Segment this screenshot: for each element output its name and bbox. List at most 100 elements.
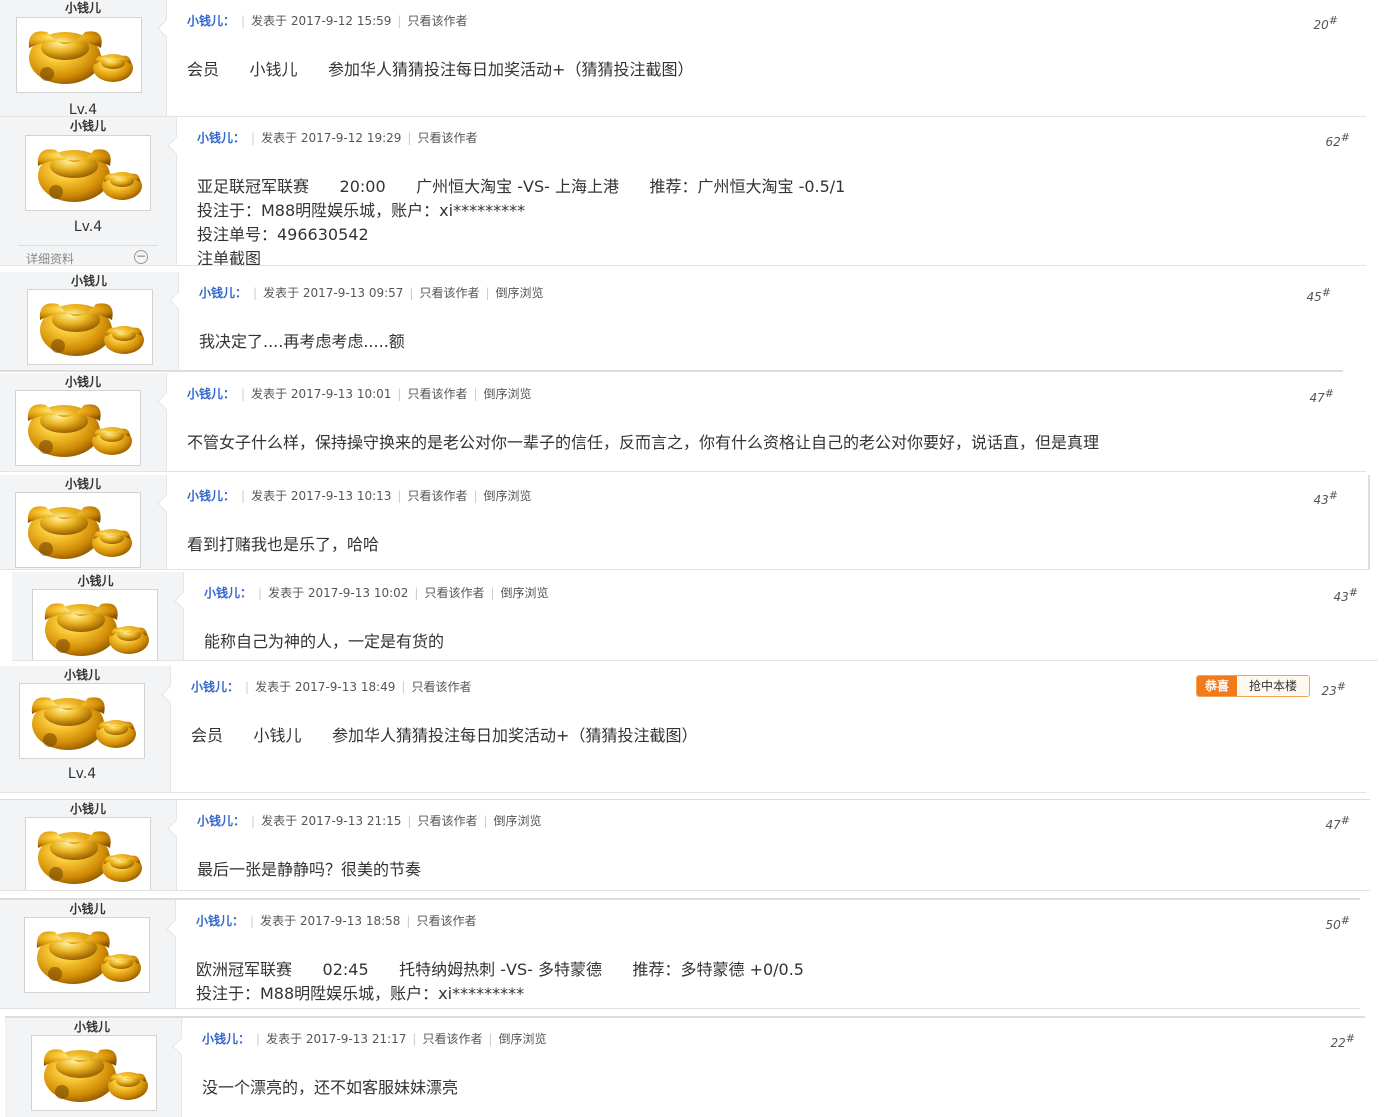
username[interactable]: 小钱儿 — [12, 572, 183, 589]
post-meta: 小钱儿： | 发表于 2017-9-13 18:58 | 只看该作者 — [196, 914, 477, 928]
author-link[interactable]: 小钱儿： — [199, 286, 247, 300]
user-sidebar: 小钱儿 — [0, 475, 167, 569]
post: 小钱儿 小钱儿： | 发表于 2017-9-13 09:57 | 只看该作者 | 倒序浏览 … — [0, 272, 1343, 372]
floor-number[interactable]: 43# — [1314, 489, 1339, 507]
post-date: 2017-9-13 18:49 — [294, 680, 396, 694]
post: 小钱儿 小钱儿： | 发表于 2017-9-13 21:15 | 只看该作者 | 倒序浏览 … — [0, 799, 1370, 891]
post-content: 我决定了....再考虑考虑.....额 — [199, 332, 405, 351]
reverse-order-link[interactable]: 倒序浏览 — [496, 286, 544, 300]
reverse-order-link[interactable]: 倒序浏览 — [484, 489, 532, 503]
author-link[interactable]: 小钱儿： — [187, 387, 235, 401]
post-content: 不管女子什么样，保持操守换来的是老公对你一辈子的信任，反而言之，你有什么资格让自… — [187, 433, 1100, 452]
only-author-link[interactable]: 只看该作者 — [424, 586, 484, 600]
reverse-order-link[interactable]: 倒序浏览 — [484, 387, 532, 401]
username[interactable]: 小钱儿 — [0, 900, 175, 917]
author-link[interactable]: 小钱儿： — [197, 131, 245, 145]
username[interactable]: 小钱儿 — [0, 117, 176, 134]
posted-label: 发表于 — [261, 131, 298, 145]
post-meta: 小钱儿： | 发表于 2017-9-12 19:29 | 只看该作者 — [197, 131, 478, 145]
only-author-link[interactable]: 只看该作者 — [407, 14, 467, 28]
author-link[interactable]: 小钱儿： — [197, 814, 245, 828]
post: 小钱儿 小钱儿： | 发表于 2017-9-13 10:01 | 只看该作者 | 倒序浏览 … — [0, 373, 1366, 472]
floor-number[interactable]: 47# — [1326, 814, 1351, 832]
username[interactable]: 小钱儿 — [0, 666, 170, 683]
username[interactable]: 小钱儿 — [0, 800, 176, 817]
post-date: 2017-9-12 15:59 — [290, 14, 392, 28]
avatar[interactable] — [25, 135, 151, 211]
author-link[interactable]: 小钱儿： — [202, 1032, 250, 1046]
post-content: 会员 小钱儿 参加华人猜猜投注每日加奖活动+（猜猜投注截图） — [191, 726, 698, 745]
avatar[interactable] — [16, 17, 142, 93]
user-level: Lv.4 — [68, 102, 98, 117]
author-link[interactable]: 小钱儿： — [187, 14, 235, 28]
post-meta: 小钱儿： | 发表于 2017-9-13 10:02 | 只看该作者 | 倒序浏览 — [204, 586, 549, 600]
reverse-order-link[interactable]: 倒序浏览 — [501, 586, 549, 600]
post-meta: 小钱儿： | 发表于 2017-9-12 15:59 | 只看该作者 — [187, 14, 468, 28]
detail-label: 详细资料 — [26, 252, 75, 266]
only-author-link[interactable]: 只看该作者 — [407, 489, 467, 503]
badge-grab-floor: 抢中本楼 — [1237, 676, 1310, 696]
only-author-link[interactable]: 只看该作者 — [411, 680, 471, 694]
posted-label: 发表于 — [251, 14, 288, 28]
detail-info-toggle[interactable]: 详细资料 − — [18, 245, 158, 266]
avatar[interactable] — [31, 1035, 157, 1111]
user-sidebar: 小钱儿 — [0, 800, 177, 890]
username[interactable]: 小钱儿 — [0, 0, 166, 16]
gold-ingot-icon — [20, 684, 144, 758]
badge-congrats: 恭喜 — [1197, 676, 1238, 696]
floor-number[interactable]: 45# — [1307, 286, 1332, 304]
only-author-link[interactable]: 只看该作者 — [422, 1032, 482, 1046]
user-sidebar: 小钱儿 — [12, 572, 184, 660]
post-date: 2017-9-13 21:17 — [305, 1032, 407, 1046]
avatar[interactable] — [27, 289, 153, 365]
reverse-order-link[interactable]: 倒序浏览 — [499, 1032, 547, 1046]
avatar[interactable] — [24, 917, 150, 993]
avatar[interactable] — [15, 390, 141, 466]
username[interactable]: 小钱儿 — [0, 373, 166, 390]
post: 小钱儿 小钱儿： | 发表于 2017-9-13 18:58 | 只看该作者 50# 欧… — [0, 898, 1360, 1009]
avatar[interactable] — [32, 589, 158, 660]
user-sidebar: 小钱儿 — [0, 900, 176, 1008]
gold-ingot-icon — [16, 391, 140, 465]
gold-ingot-icon — [26, 136, 150, 210]
floor-number[interactable]: 23# — [1322, 680, 1347, 698]
username[interactable]: 小钱儿 — [0, 475, 166, 492]
floor-number[interactable]: 50# — [1326, 914, 1351, 932]
collapse-icon[interactable]: − — [134, 250, 148, 264]
post-meta: 小钱儿： | 发表于 2017-9-13 10:01 | 只看该作者 | 倒序浏览 — [187, 387, 532, 401]
posted-label: 发表于 — [261, 814, 298, 828]
avatar[interactable] — [15, 492, 141, 568]
post-date: 2017-9-13 10:01 — [290, 387, 392, 401]
reverse-order-link[interactable]: 倒序浏览 — [494, 814, 542, 828]
posted-label: 发表于 — [251, 387, 288, 401]
username[interactable]: 小钱儿 — [5, 1018, 181, 1035]
posted-label: 发表于 — [263, 286, 300, 300]
user-sidebar: 小钱儿 — [0, 373, 167, 471]
post-meta: 小钱儿： | 发表于 2017-9-13 09:57 | 只看该作者 | 倒序浏览 — [199, 286, 544, 300]
floor-number[interactable]: 20# — [1314, 14, 1339, 32]
lucky-floor-badge[interactable]: 恭喜 抢中本楼 — [1196, 675, 1311, 697]
post-content: 亚足联冠军联赛 20:00 广州恒大淘宝 -VS- 上海上港 推荐：广州恒大淘宝… — [197, 177, 846, 266]
floor-number[interactable]: 43# — [1334, 586, 1359, 604]
username[interactable]: 小钱儿 — [0, 272, 178, 289]
author-link[interactable]: 小钱儿： — [191, 680, 239, 694]
only-author-link[interactable]: 只看该作者 — [419, 286, 479, 300]
floor-number[interactable]: 47# — [1310, 387, 1335, 405]
post-date: 2017-9-13 10:13 — [290, 489, 392, 503]
gold-ingot-icon — [25, 918, 149, 992]
only-author-link[interactable]: 只看该作者 — [417, 131, 477, 145]
author-link[interactable]: 小钱儿： — [187, 489, 235, 503]
post-date: 2017-9-13 18:58 — [299, 914, 401, 928]
post-content: 看到打赌我也是乐了，哈哈 — [187, 535, 380, 554]
only-author-link[interactable]: 只看该作者 — [417, 814, 477, 828]
only-author-link[interactable]: 只看该作者 — [416, 914, 476, 928]
only-author-link[interactable]: 只看该作者 — [407, 387, 467, 401]
post-date: 2017-9-13 10:02 — [307, 586, 409, 600]
avatar[interactable] — [19, 683, 145, 759]
avatar[interactable] — [25, 817, 151, 890]
floor-number[interactable]: 62# — [1326, 131, 1351, 149]
floor-number[interactable]: 22# — [1331, 1032, 1356, 1050]
author-link[interactable]: 小钱儿： — [204, 586, 252, 600]
author-link[interactable]: 小钱儿： — [196, 914, 244, 928]
posted-label: 发表于 — [266, 1032, 303, 1046]
